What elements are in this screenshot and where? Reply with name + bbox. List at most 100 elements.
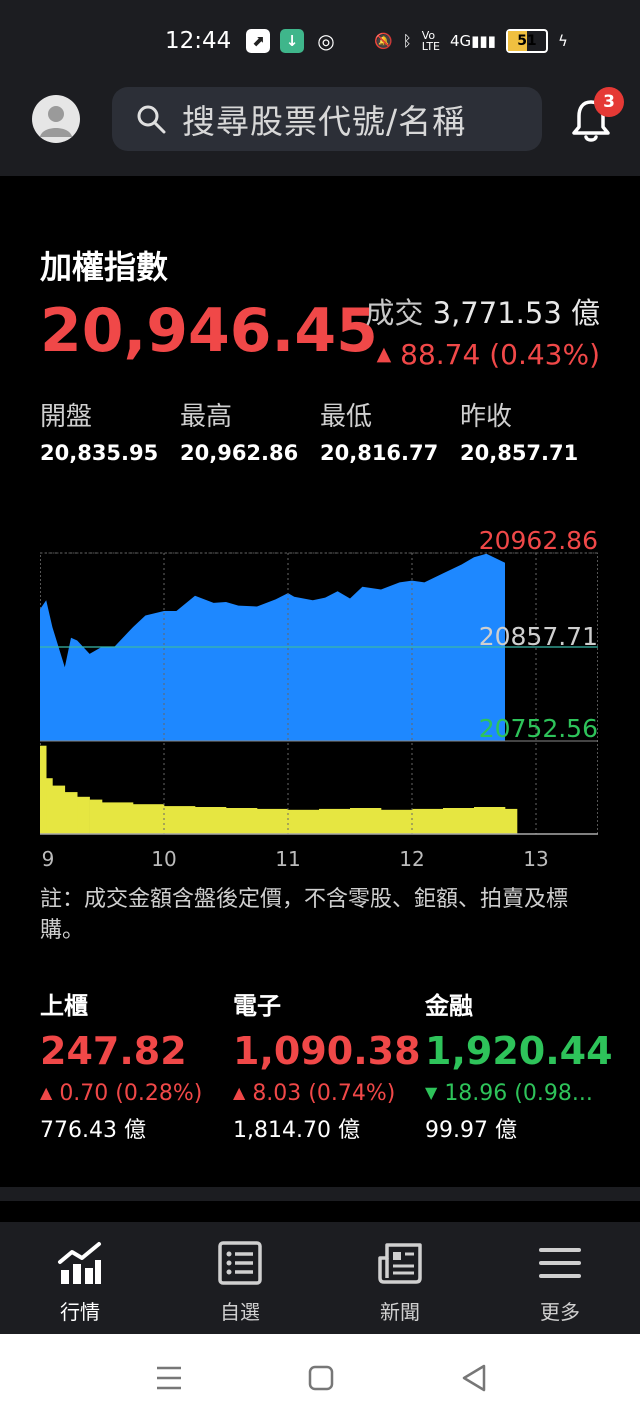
status-time: 12:44 (165, 28, 232, 54)
up-arrow-icon: ▲ (376, 343, 392, 365)
nav-label: 自選 (220, 1300, 260, 1324)
volume-bar (505, 808, 518, 834)
ohlc-label: 最低 (320, 402, 373, 432)
chart-canvas: 20962.86 20857.71 20752.56 9 10 11 12 13 (40, 526, 598, 871)
battery-icon: 51 (505, 29, 548, 53)
sub-index-electronics[interactable]: 電子 1,090.38 ▲ 8.03 (0.74%) 1,814.70 億 (233, 986, 433, 1144)
status-bar: 12:44 ⬈ ↓ ◎ 🔕 ᛒ Vo LTE 4G▮▮▮ 51 ϟ (0, 0, 640, 80)
avatar[interactable] (32, 95, 80, 143)
nav-label: 行情 (60, 1300, 100, 1324)
volte-icon: Vo LTE (421, 29, 440, 53)
up-arrow-icon: ▲ (233, 1083, 246, 1102)
volume-bar (350, 808, 382, 834)
ohlc-value: 20,857.71 (460, 441, 579, 465)
sub-index-change-value: 18.96 (0.98... (444, 1081, 593, 1106)
sub-index-change: ▲ 0.70 (0.28%) (40, 1081, 240, 1106)
bluetooth-icon: ᛒ (402, 32, 412, 50)
sub-index-name: 上櫃 (40, 992, 88, 1020)
status-system-icons: 🔕 ᛒ Vo LTE 4G▮▮▮ 51 ϟ (374, 29, 568, 53)
system-navigation-bar (0, 1334, 640, 1422)
sub-index-value: 1,090.38 (233, 1029, 421, 1073)
nav-label: 新聞 (380, 1300, 420, 1324)
index-value: 20,946.45 (40, 296, 378, 366)
volume-bar (257, 808, 289, 834)
volume-bar (89, 799, 103, 834)
ohlc-summary: 開盤 20,835.95 最高 20,962.86 最低 20,816.77 昨… (40, 396, 600, 465)
ohlc-high: 最高 20,962.86 (180, 396, 320, 465)
nav-item-market[interactable]: 行情 (0, 1222, 160, 1334)
ohlc-value: 20,835.95 (40, 441, 159, 465)
ohlc-value: 20,816.77 (320, 441, 439, 465)
nav-item-watchlist[interactable]: 自選 (160, 1222, 320, 1334)
sub-index-volume: 99.97 億 (425, 1118, 517, 1143)
x-tick-label: 9 (42, 847, 55, 871)
volume-bar (64, 792, 78, 834)
volume-bar (474, 807, 506, 834)
messenger-icon: ◎ (317, 29, 335, 53)
nav-label: 更多 (540, 1300, 580, 1324)
volume-bar (102, 802, 134, 834)
ohlc-open: 開盤 20,835.95 (40, 396, 180, 465)
menu-icon (539, 1248, 581, 1278)
volume-bar (46, 778, 53, 834)
user-icon (40, 106, 72, 137)
volume-bar (77, 796, 90, 834)
up-arrow-icon: ▲ (40, 1083, 53, 1102)
mute-icon: 🔕 (374, 32, 393, 50)
x-tick-label: 11 (275, 847, 300, 871)
x-tick-label: 10 (151, 847, 176, 871)
section-divider (0, 1187, 640, 1201)
sub-index-name: 電子 (233, 992, 281, 1020)
index-title: 加權指數 (40, 248, 169, 286)
sub-index-name: 金融 (425, 992, 473, 1020)
y-label-prev-close: 20857.71 (479, 622, 598, 651)
volume-bar (52, 785, 66, 834)
volume-bar (288, 809, 320, 834)
x-tick-label: 12 (399, 847, 424, 871)
volume-bar (164, 806, 196, 834)
ohlc-label: 最高 (180, 402, 233, 432)
ohlc-value: 20,962.86 (180, 441, 299, 465)
market-chart-icon (58, 1242, 101, 1284)
sub-index-volume: 776.43 億 (40, 1118, 146, 1143)
sub-index-change: ▲ 8.03 (0.74%) (233, 1081, 433, 1106)
volume-bar (226, 808, 258, 834)
ohlc-label: 開盤 (40, 402, 93, 432)
volume-value: 3,771.53 億 (432, 296, 600, 330)
news-icon (378, 1243, 422, 1284)
volume-bar (381, 809, 413, 834)
y-label-high: 20962.86 (479, 526, 598, 555)
app-notification-icon: ⬈ (246, 29, 270, 53)
volume-label: 成交 (365, 296, 424, 330)
volume-bar (195, 807, 227, 834)
ohlc-label: 昨收 (460, 402, 513, 432)
sub-index-otc[interactable]: 上櫃 247.82 ▲ 0.70 (0.28%) 776.43 億 (40, 986, 240, 1144)
intraday-chart[interactable]: 20962.86 20857.71 20752.56 9 10 11 12 13 (40, 525, 600, 875)
recent-apps-icon[interactable] (151, 1360, 187, 1396)
charging-icon: ϟ (557, 32, 568, 50)
index-change: ▲ 88.74 (0.43%) (377, 338, 600, 371)
search-icon (137, 105, 166, 134)
x-tick-label: 13 (523, 847, 548, 871)
sub-index-change-value: 8.03 (0.74%) (252, 1081, 396, 1106)
sub-index-value: 1,920.44 (425, 1029, 613, 1073)
y-label-low: 20752.56 (479, 714, 598, 743)
signal-icon: 4G▮▮▮ (450, 32, 496, 50)
ohlc-prev-close: 昨收 20,857.71 (460, 396, 600, 465)
search-input[interactable]: 搜尋股票代號/名稱 (182, 95, 466, 143)
down-arrow-icon: ▼ (425, 1083, 438, 1102)
nav-item-news[interactable]: 新聞 (320, 1222, 480, 1334)
volume-bar (319, 808, 351, 834)
notification-badge: 3 (594, 87, 624, 117)
sub-index-value: 247.82 (40, 1029, 187, 1073)
home-icon[interactable] (303, 1360, 339, 1396)
sub-index-finance[interactable]: 金融 1,920.44 ▼ 18.96 (0.98... 99.97 億 (425, 986, 613, 1144)
back-icon[interactable] (456, 1360, 492, 1396)
volume-bar (133, 804, 165, 834)
index-volume: 成交 3,771.53 億 (365, 290, 600, 332)
status-app-icons: ⬈ ↓ ◎ (246, 29, 338, 53)
search-bar[interactable]: 搜尋股票代號/名稱 (112, 87, 542, 151)
sub-index-change: ▼ 18.96 (0.98... (425, 1081, 605, 1106)
download-icon: ↓ (280, 29, 304, 53)
nav-item-more[interactable]: 更多 (480, 1222, 640, 1334)
